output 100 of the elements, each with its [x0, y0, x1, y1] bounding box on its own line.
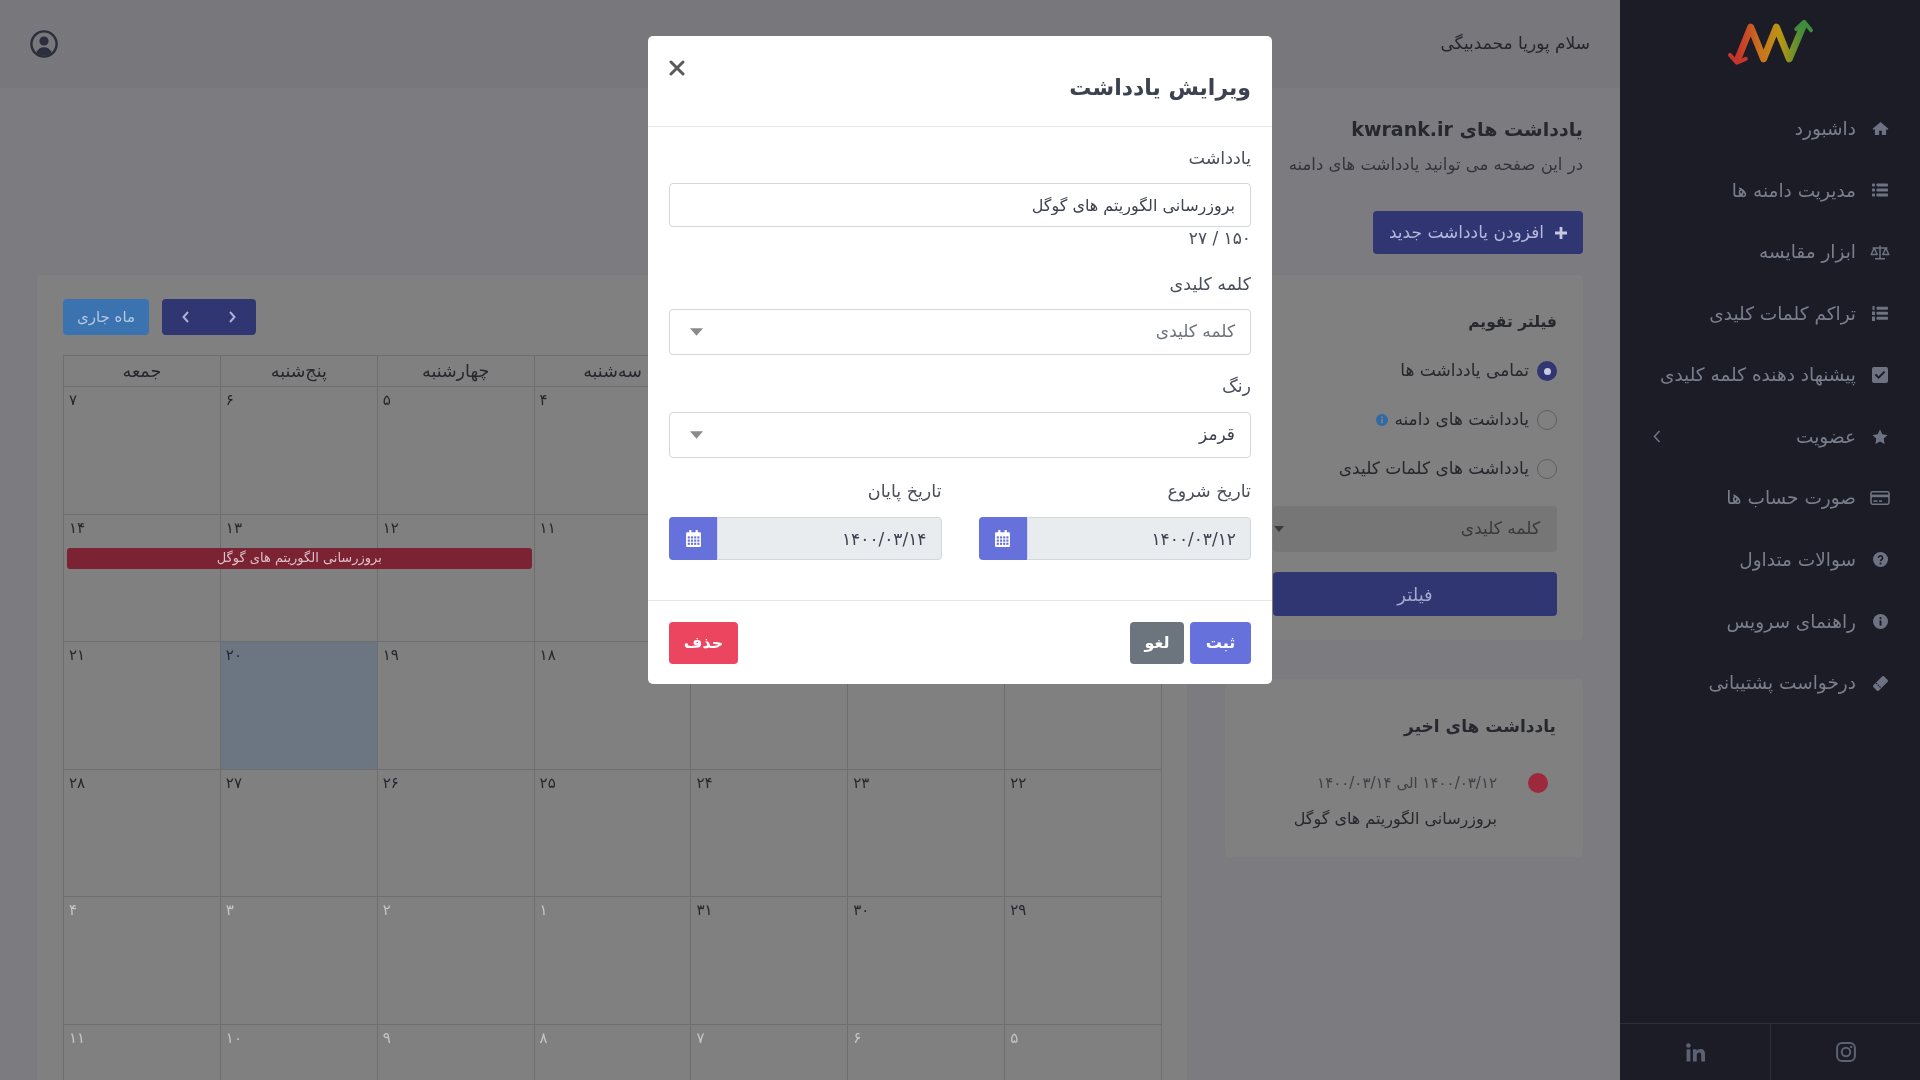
day-number: ۱۱: [69, 1027, 86, 1049]
day-number: ۶: [225, 390, 234, 411]
weekday-label: پنج‌شنبه: [270, 359, 327, 384]
sidebar-item[interactable]: پیشنهاد دهنده کلمه کلیدی: [1620, 344, 1920, 406]
save-button[interactable]: ثبت: [1190, 622, 1251, 664]
day-number: ۲۲: [1010, 772, 1027, 794]
day-number: ۲۷: [225, 772, 242, 794]
sidebar-item[interactable]: صورت حساب ها: [1620, 467, 1920, 530]
filter-button[interactable]: فیلتر: [1273, 572, 1557, 616]
day-number: ۲۱: [69, 645, 86, 667]
page-title: یادداشت های kwrank.ir: [1351, 117, 1583, 142]
day-number: ۲۵: [539, 772, 556, 794]
chevron-left-icon: [182, 311, 189, 323]
note-input[interactable]: بروزرسانی الگوریتم های گوگل: [669, 183, 1251, 227]
dialog-title: ویرایش یادداشت: [1069, 74, 1251, 103]
date-input[interactable]: ۱۴۰۰/۰۳/۱۲: [1026, 517, 1251, 560]
sidebar-item[interactable]: درخواست پشتیبانی: [1620, 652, 1920, 714]
page-subtitle: در این صفحه می توانید یادداشت های دامنه: [1288, 154, 1583, 177]
weekday-label: چهارشنبه: [422, 359, 490, 384]
day-number: ۱۹: [382, 645, 399, 667]
day-number: ۵: [382, 390, 391, 411]
day-number: ۸: [539, 1027, 548, 1049]
sidebar-item[interactable]: مدیریت دامنه ها: [1620, 159, 1920, 222]
sidebar-item[interactable]: راهنمای سرویس: [1620, 590, 1920, 653]
weekday-label: سه‌شنبه: [583, 359, 642, 383]
day-number: ۳: [225, 900, 234, 922]
keyword-select[interactable]: کلمه کلیدی: [669, 309, 1251, 355]
question-icon: [1872, 552, 1888, 568]
date-input[interactable]: ۱۴۰۰/۰۳/۱۴: [717, 517, 942, 560]
calendar-icon: [995, 530, 1010, 547]
sidebar-item[interactable]: داشبورد: [1620, 98, 1920, 160]
day-number: ۱۰: [225, 1027, 242, 1049]
cancel-button[interactable]: لغو: [1130, 622, 1184, 664]
day-number: ۴: [69, 900, 78, 922]
info-icon: [1872, 614, 1888, 630]
day-number: ۲۹: [1010, 900, 1027, 922]
sidebar-item[interactable]: تراکم کلمات کلیدی: [1620, 282, 1920, 345]
day-number: ۲۰: [225, 645, 242, 667]
field-label: یادداشت: [1188, 147, 1251, 170]
day-number: ۵: [1010, 1027, 1019, 1049]
star-icon: [1872, 428, 1888, 445]
plus-icon: [1555, 226, 1567, 239]
day-number: ۴: [539, 390, 548, 411]
day-number: ۱۱: [539, 517, 556, 539]
calendar-button[interactable]: [669, 517, 717, 560]
caret-down-icon: [1274, 526, 1284, 532]
radio-label[interactable]: تمامی یادداشت ها: [1400, 358, 1529, 384]
list-icon: [1872, 183, 1888, 198]
month-nav-button[interactable]: [209, 299, 256, 335]
add-note-button[interactable]: افزودن یادداشت جدید: [1372, 211, 1583, 254]
day-number: ۱۲: [382, 517, 399, 539]
day-number: ۶: [853, 1027, 862, 1049]
field-label: تاریخ شروع: [1167, 480, 1251, 503]
recent-title: یادداشت های اخیر: [1404, 715, 1556, 739]
calendar-button[interactable]: [978, 517, 1027, 560]
checkbox-icon: [1872, 367, 1888, 384]
field-label: کلمه کلیدی: [1169, 273, 1251, 296]
day-number: ۲۳: [853, 772, 870, 794]
char-counter: ۲۷ / ۱۵۰: [1188, 227, 1251, 249]
field-label: تاریخ پایان: [867, 480, 942, 503]
day-number: ۱۴: [69, 517, 86, 539]
delete-button[interactable]: حذف: [669, 622, 738, 664]
chevron-right-icon: [229, 311, 236, 323]
calendar-icon: [685, 530, 701, 547]
caret-down-icon: [690, 328, 703, 336]
numbered-list-icon: [1872, 306, 1888, 322]
radio-button[interactable]: [1537, 361, 1557, 381]
home-icon: [1871, 121, 1889, 137]
day-number: ۷: [696, 1027, 705, 1049]
day-number: ۲۴: [696, 772, 713, 794]
credit-card-icon: [1870, 490, 1890, 507]
note-date-range: ۱۴۰۰/۰۳/۱۲ الی ۱۴۰۰/۰۳/۱۴: [1317, 773, 1497, 794]
day-number: ۱۳: [225, 517, 242, 539]
sidebar-item[interactable]: عضویت: [1620, 405, 1920, 468]
caret-down-icon: [690, 431, 703, 439]
color-select[interactable]: قرمز: [669, 412, 1251, 458]
day-number: ۲۶: [382, 772, 399, 794]
radio-label[interactable]: یادداشت های دامنه: [1394, 407, 1529, 433]
current-month-button[interactable]: ماه جاری: [63, 299, 149, 335]
day-number: ۱: [539, 900, 548, 922]
filter-title: فیلتر تقویم: [1468, 312, 1557, 333]
greeting-text: سلام پوریا محمدبیگی: [1440, 32, 1590, 56]
sidebar-item[interactable]: ابزار مقایسه: [1620, 221, 1920, 283]
linkedin-icon[interactable]: [1685, 1042, 1705, 1062]
day-number: ۹: [382, 1027, 391, 1049]
day-number: ۳۰: [853, 900, 870, 922]
instagram-icon[interactable]: [1835, 1042, 1856, 1062]
radio-label[interactable]: یادداشت های کلمات کلیدی: [1338, 456, 1529, 482]
field-label: رنگ: [1222, 375, 1251, 398]
day-number: ۲: [382, 900, 391, 922]
month-nav-button[interactable]: [162, 299, 209, 335]
day-number: ۲۸: [69, 772, 86, 794]
calendar-event[interactable]: بروزرسانی الگوریتم های گوگل: [67, 547, 532, 569]
weekday-label: جمعه: [122, 359, 162, 383]
sidebar-item[interactable]: سوالات متداول: [1620, 529, 1920, 591]
user-avatar-icon[interactable]: [30, 30, 58, 58]
close-icon[interactable]: [669, 60, 685, 76]
day-number: ۳۱: [696, 900, 713, 922]
day-number: ۷: [69, 390, 78, 411]
note-text: بروزرسانی الگوریتم های گوگل: [1293, 808, 1497, 831]
